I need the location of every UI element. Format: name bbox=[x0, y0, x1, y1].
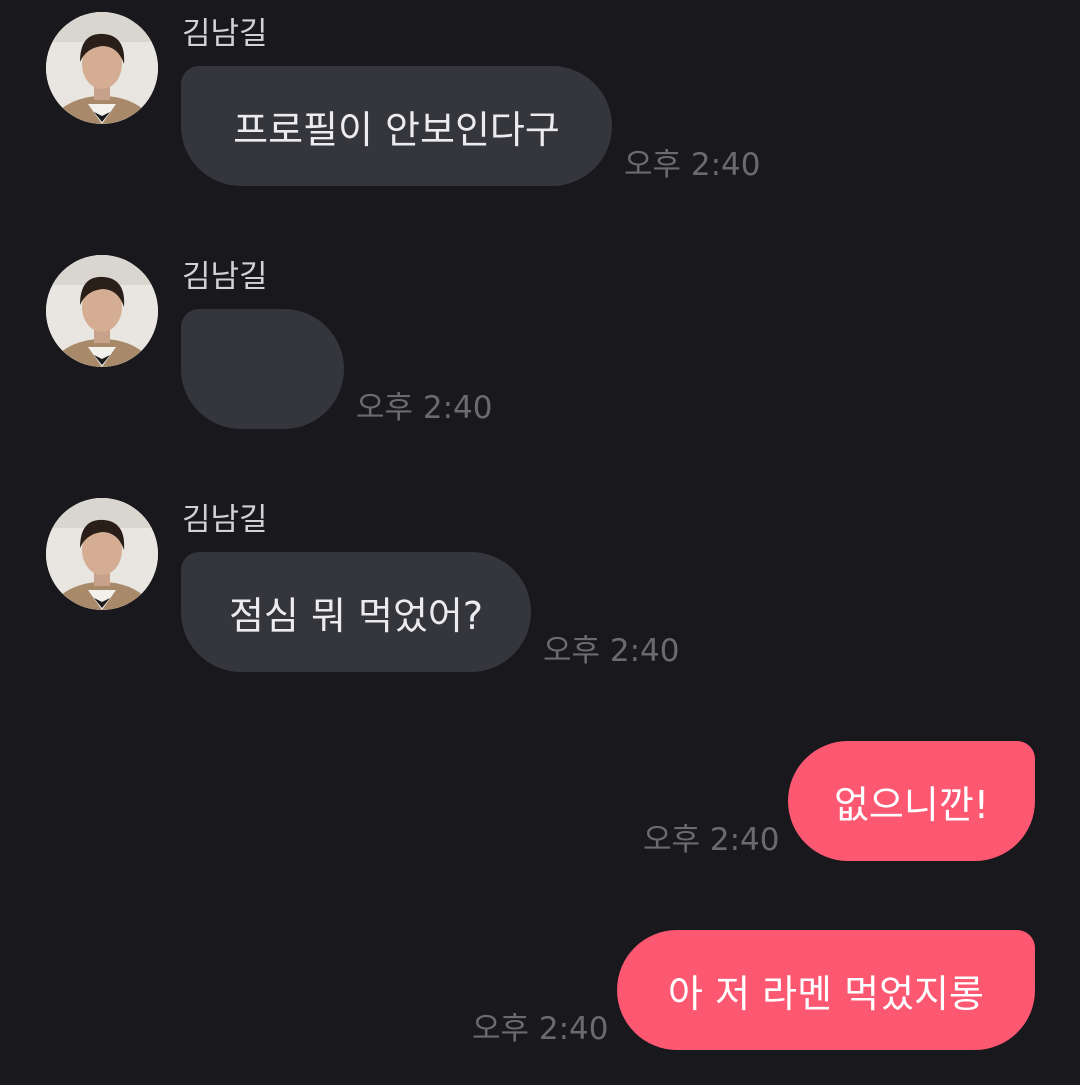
message-bubble[interactable]: 아 저 라멘 먹었지롱 bbox=[617, 930, 1035, 1050]
profile-photo bbox=[46, 255, 158, 367]
message-timestamp: 오후 2:40 bbox=[356, 390, 493, 426]
message-timestamp: 오후 2:40 bbox=[624, 147, 761, 183]
sender-avatar[interactable] bbox=[46, 12, 158, 124]
message-bubble[interactable]: 없으니깐! bbox=[788, 741, 1035, 861]
message-text: 점심 뭐 먹었어? bbox=[228, 593, 484, 638]
message-text: 없으니깐! bbox=[833, 782, 990, 827]
message-timestamp: 오후 2:40 bbox=[543, 633, 680, 669]
sender-avatar[interactable] bbox=[46, 255, 158, 367]
profile-photo bbox=[46, 498, 158, 610]
message-bubble[interactable]: 프로필이 안보인다구 bbox=[181, 66, 612, 186]
sender-avatar[interactable] bbox=[46, 498, 158, 610]
message-timestamp: 오후 2:40 bbox=[643, 822, 780, 858]
message-timestamp: 오후 2:40 bbox=[472, 1011, 609, 1047]
message-bubble[interactable]: 점심 뭐 먹었어? bbox=[181, 552, 531, 672]
sender-name: 김남길 bbox=[182, 502, 268, 538]
message-bubble[interactable] bbox=[181, 309, 344, 429]
sender-name: 김남길 bbox=[182, 259, 268, 295]
profile-photo bbox=[46, 12, 158, 124]
message-text: 아 저 라멘 먹었지롱 bbox=[668, 971, 984, 1016]
sender-name: 김남길 bbox=[182, 16, 268, 52]
message-text: 프로필이 안보인다구 bbox=[233, 107, 560, 152]
